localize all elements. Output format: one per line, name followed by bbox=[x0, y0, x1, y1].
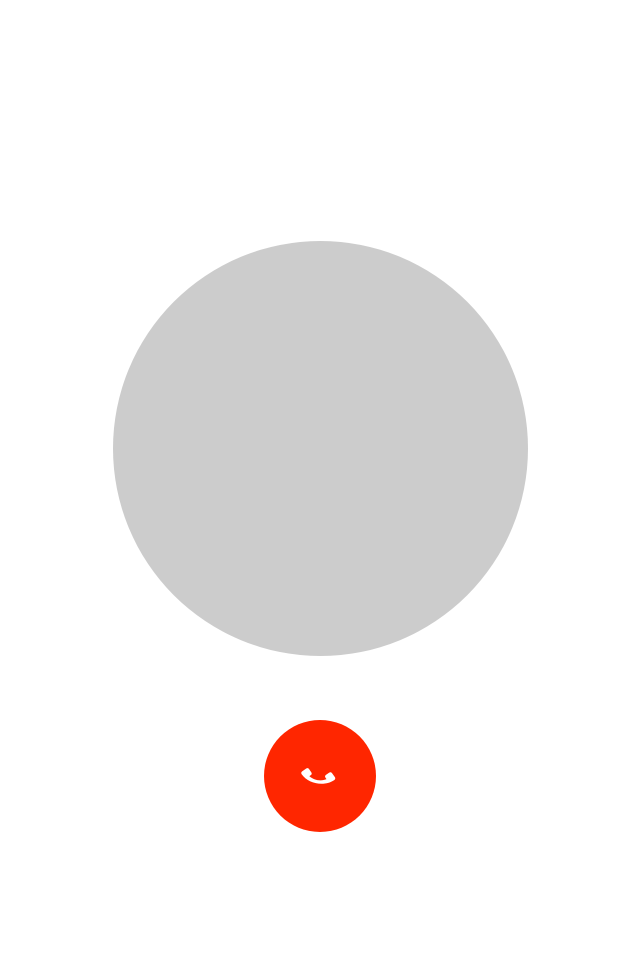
end-call-button[interactable] bbox=[264, 720, 376, 832]
call-screen bbox=[0, 0, 640, 960]
phone-icon bbox=[298, 754, 342, 798]
avatar bbox=[113, 241, 528, 656]
